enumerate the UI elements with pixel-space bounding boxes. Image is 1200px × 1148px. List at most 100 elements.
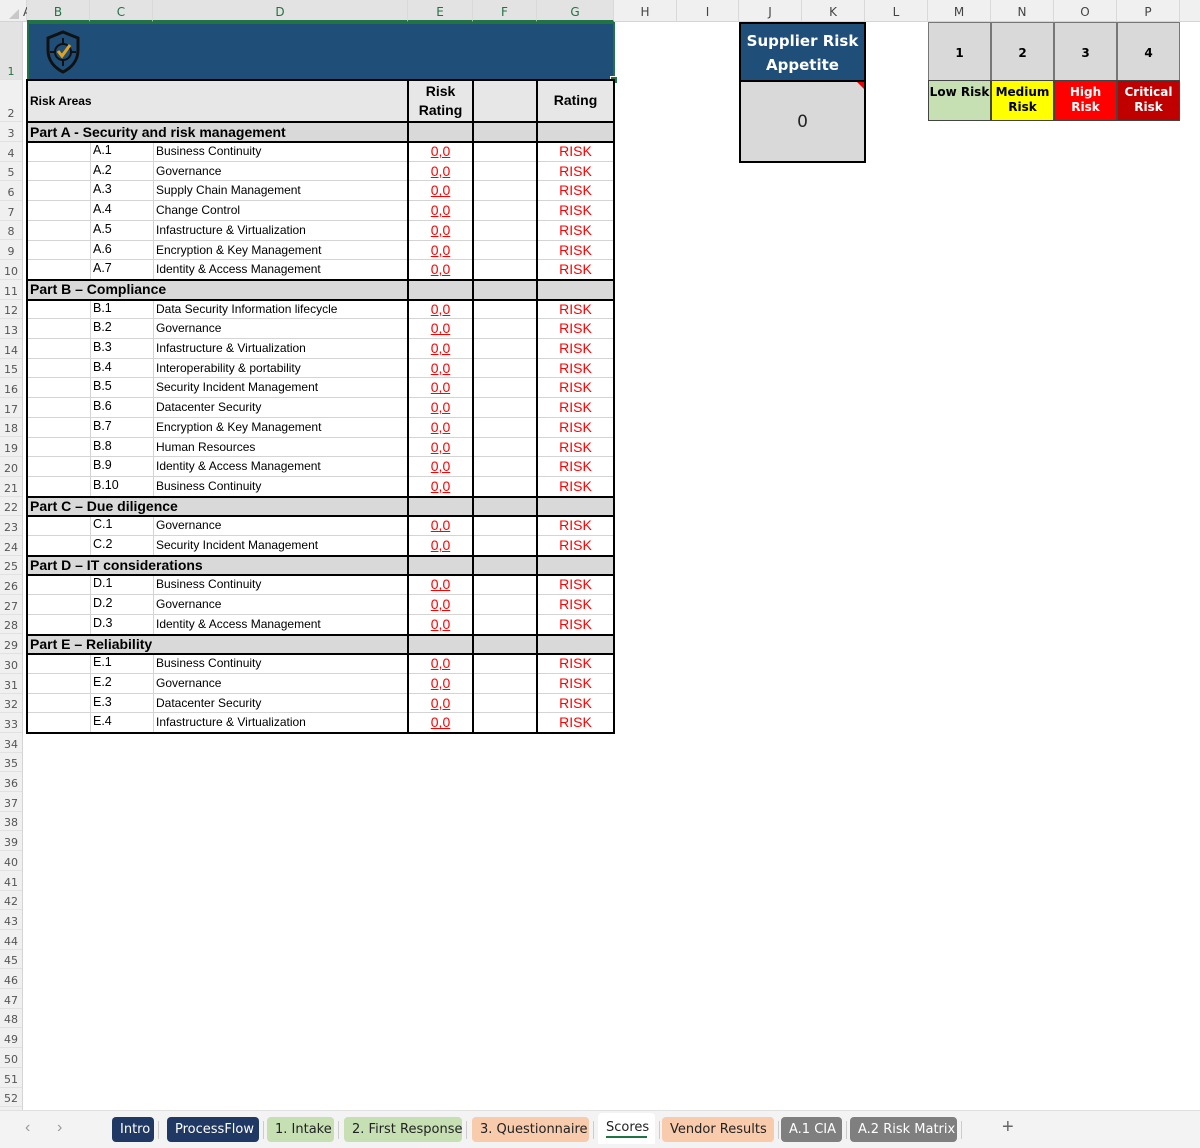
sheet-tab-2-first-response[interactable]: 2. First Response: [344, 1117, 462, 1142]
item-name[interactable]: Change Control: [153, 201, 408, 221]
comment-indicator-icon[interactable]: [857, 82, 864, 89]
item-f-cell[interactable]: [473, 438, 537, 458]
row-header-31[interactable]: 31: [0, 674, 22, 694]
item-rating[interactable]: RISK: [537, 300, 614, 320]
item-name[interactable]: Business Continuity: [153, 142, 408, 162]
add-sheet-button[interactable]: +: [1002, 1116, 1014, 1139]
row-header-14[interactable]: 14: [0, 339, 22, 359]
column-header-b[interactable]: B: [27, 0, 90, 22]
row-header-27[interactable]: 27: [0, 595, 22, 615]
row-header-15[interactable]: 15: [0, 359, 22, 379]
item-name[interactable]: Data Security Information lifecycle: [153, 300, 408, 320]
row-header-22[interactable]: 22: [0, 497, 22, 517]
item-b-cell[interactable]: [27, 615, 90, 635]
sheet-tab-vendor-results[interactable]: Vendor Results: [662, 1117, 774, 1142]
item-b-cell[interactable]: [27, 654, 90, 674]
item-code[interactable]: B.9: [90, 457, 153, 477]
row-header-28[interactable]: 28: [0, 615, 22, 635]
item-f-cell[interactable]: [473, 339, 537, 359]
item-score[interactable]: 0,0: [408, 359, 473, 379]
title-banner[interactable]: [27, 22, 618, 84]
item-code[interactable]: B.4: [90, 359, 153, 379]
item-rating[interactable]: RISK: [537, 221, 614, 241]
item-f-cell[interactable]: [473, 615, 537, 635]
item-b-cell[interactable]: [27, 398, 90, 418]
item-score[interactable]: 0,0: [408, 162, 473, 182]
item-name[interactable]: Infastructure & Virtualization: [153, 339, 408, 359]
item-score[interactable]: 0,0: [408, 142, 473, 162]
row-header-40[interactable]: 40: [0, 851, 22, 871]
item-f-cell[interactable]: [473, 398, 537, 418]
item-name[interactable]: Governance: [153, 162, 408, 182]
item-b-cell[interactable]: [27, 674, 90, 694]
item-code[interactable]: E.4: [90, 713, 153, 733]
item-b-cell[interactable]: [27, 319, 90, 339]
item-name[interactable]: Supply Chain Management: [153, 181, 408, 201]
item-b-cell[interactable]: [27, 516, 90, 536]
row-header-2[interactable]: 2: [0, 80, 22, 122]
item-f-cell[interactable]: [473, 221, 537, 241]
item-rating[interactable]: RISK: [537, 162, 614, 182]
item-f-cell[interactable]: [473, 713, 537, 733]
item-name[interactable]: Identity & Access Management: [153, 615, 408, 635]
item-b-cell[interactable]: [27, 536, 90, 556]
row-header-46[interactable]: 46: [0, 969, 22, 990]
item-b-cell[interactable]: [27, 241, 90, 261]
item-f-cell[interactable]: [473, 595, 537, 615]
item-name[interactable]: Infastructure & Virtualization: [153, 713, 408, 733]
row-header-37[interactable]: 37: [0, 792, 22, 812]
item-score[interactable]: 0,0: [408, 241, 473, 261]
item-f-cell[interactable]: [473, 241, 537, 261]
item-rating[interactable]: RISK: [537, 201, 614, 221]
column-header-m[interactable]: M: [928, 0, 991, 22]
column-header-l[interactable]: L: [865, 0, 928, 22]
item-name[interactable]: Governance: [153, 319, 408, 339]
item-score[interactable]: 0,0: [408, 300, 473, 320]
item-f-cell[interactable]: [473, 319, 537, 339]
appetite-value-cell[interactable]: 0: [739, 80, 866, 163]
item-code[interactable]: B.7: [90, 418, 153, 438]
row-header-5[interactable]: 5: [0, 162, 22, 182]
row-header-48[interactable]: 48: [0, 1009, 22, 1029]
row-header-21[interactable]: 21: [0, 477, 22, 497]
row-header-36[interactable]: 36: [0, 772, 22, 793]
item-code[interactable]: E.3: [90, 694, 153, 714]
column-header-j[interactable]: J: [739, 0, 802, 22]
item-rating[interactable]: RISK: [537, 536, 614, 556]
item-code[interactable]: B.1: [90, 300, 153, 320]
item-code[interactable]: A.2: [90, 162, 153, 182]
item-code[interactable]: B.3: [90, 339, 153, 359]
item-f-cell[interactable]: [473, 674, 537, 694]
item-score[interactable]: 0,0: [408, 477, 473, 497]
column-header-e[interactable]: E: [408, 0, 473, 22]
item-score[interactable]: 0,0: [408, 654, 473, 674]
item-b-cell[interactable]: [27, 339, 90, 359]
item-name[interactable]: Business Continuity: [153, 477, 408, 497]
item-score[interactable]: 0,0: [408, 516, 473, 536]
item-code[interactable]: B.2: [90, 319, 153, 339]
item-score[interactable]: 0,0: [408, 694, 473, 714]
item-b-cell[interactable]: [27, 438, 90, 458]
item-code[interactable]: A.5: [90, 221, 153, 241]
item-code[interactable]: B.5: [90, 378, 153, 398]
row-header-1[interactable]: 1: [0, 22, 22, 80]
item-f-cell[interactable]: [473, 457, 537, 477]
item-name[interactable]: Governance: [153, 595, 408, 615]
item-rating[interactable]: RISK: [537, 378, 614, 398]
item-name[interactable]: Governance: [153, 516, 408, 536]
item-rating[interactable]: RISK: [537, 339, 614, 359]
item-f-cell[interactable]: [473, 300, 537, 320]
item-f-cell[interactable]: [473, 201, 537, 221]
row-header-13[interactable]: 13: [0, 319, 22, 339]
item-name[interactable]: Business Continuity: [153, 654, 408, 674]
item-code[interactable]: A.3: [90, 181, 153, 201]
item-b-cell[interactable]: [27, 418, 90, 438]
item-name[interactable]: Interoperability & portability: [153, 359, 408, 379]
row-header-42[interactable]: 42: [0, 891, 22, 911]
item-score[interactable]: 0,0: [408, 398, 473, 418]
item-code[interactable]: A.1: [90, 142, 153, 162]
row-header-39[interactable]: 39: [0, 832, 22, 852]
row-header-26[interactable]: 26: [0, 575, 22, 596]
row-header-29[interactable]: 29: [0, 635, 22, 655]
item-code[interactable]: A.4: [90, 201, 153, 221]
